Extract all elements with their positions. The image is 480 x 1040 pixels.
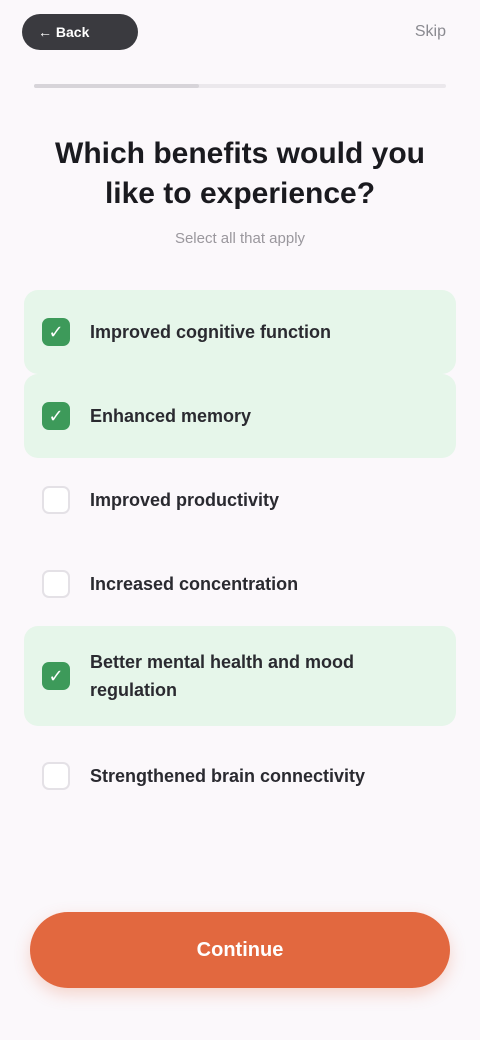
screen: ← Back Skip Which benefits would you lik… (0, 0, 480, 1040)
option-cognitive-function[interactable]: ✓ Improved cognitive function (24, 290, 456, 374)
option-label: Improved cognitive function (90, 322, 332, 342)
continue-button[interactable]: Continue (30, 912, 450, 988)
option-label: Improved productivity (90, 490, 280, 510)
checkbox-empty-icon: ✓ (42, 570, 70, 598)
page-title: Which benefits would you like to experie… (55, 137, 425, 210)
check-icon: ✓ (42, 662, 70, 690)
option-improved-productivity[interactable]: ✓ Improved productivity (24, 458, 456, 542)
check-icon: ✓ (42, 402, 70, 430)
progress-bar-fill (34, 84, 199, 88)
option-label: Strengthened brain connectivity (90, 766, 366, 786)
checkbox-empty-icon: ✓ (42, 762, 70, 790)
option-enhanced-memory[interactable]: ✓ Enhanced memory (24, 374, 456, 458)
skip-link[interactable]: Skip (411, 17, 450, 47)
option-brain-connectivity[interactable]: ✓ Strengthened brain connectivity (24, 726, 456, 826)
check-icon: ✓ (42, 318, 70, 346)
back-button-label: ← Back (38, 24, 90, 40)
progress-bar (34, 84, 446, 88)
page-subtitle: Select all that apply (174, 230, 306, 247)
benefits-options-list: ✓ Improved cognitive function ✓ Enhanced… (24, 290, 456, 826)
back-button[interactable]: ← Back (22, 14, 138, 50)
option-label: Better mental health and mood regulation (90, 652, 355, 700)
top-bar: ← Back Skip (22, 14, 450, 50)
checkbox-empty-icon: ✓ (42, 486, 70, 514)
option-mental-health[interactable]: ✓ Better mental health and mood regulati… (24, 626, 456, 726)
option-increased-concentration[interactable]: ✓ Increased concentration (24, 542, 456, 626)
option-label: Enhanced memory (90, 406, 252, 426)
option-label: Increased concentration (90, 574, 299, 594)
